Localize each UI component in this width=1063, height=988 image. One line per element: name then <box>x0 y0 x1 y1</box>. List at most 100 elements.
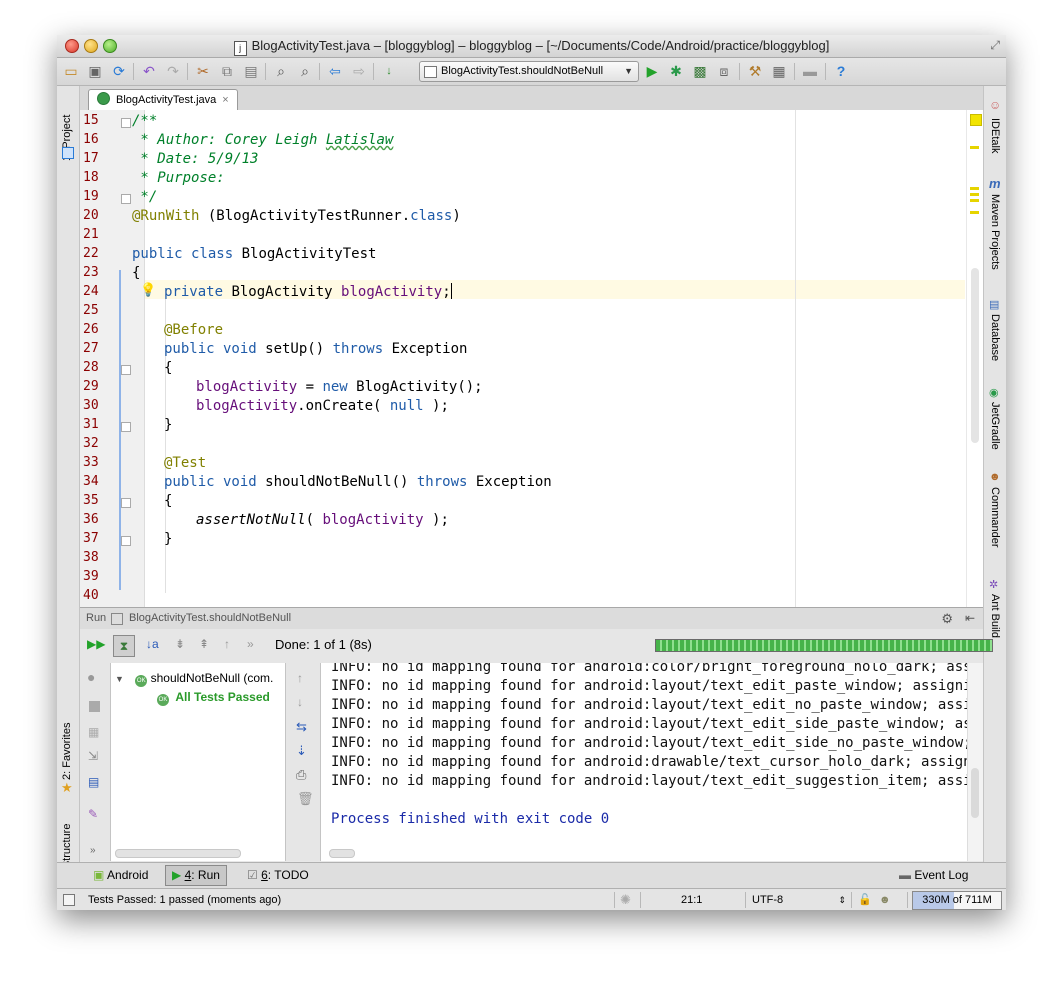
scroll-up-icon[interactable]: ↑ <box>297 671 303 685</box>
editor-scrollbar-thumb[interactable] <box>971 268 979 443</box>
readonly-lock-icon[interactable]: 🔓 <box>858 889 872 910</box>
maven-panel-tab[interactable]: Maven Projects <box>989 194 1001 270</box>
code-line-36: assertNotNull( blogActivity ); <box>196 512 449 528</box>
console-side-toolbar: ↑ ↓ ⇆ ⇣ ⎙ 🗑 <box>286 663 321 861</box>
project-structure-icon[interactable]: ▦ <box>770 62 788 80</box>
test-summary-row[interactable]: OK All Tests Passed <box>157 690 270 706</box>
stop-icon[interactable] <box>89 701 100 712</box>
pin-icon[interactable]: ✎ <box>88 807 98 821</box>
fullscreen-icon[interactable]: ⤢ <box>990 38 1000 53</box>
save-icon[interactable]: ▣ <box>86 62 104 80</box>
code-line-16: * Author: Corey Leigh Latislaw <box>132 132 394 148</box>
fold-marker[interactable] <box>121 365 131 375</box>
background-tasks-icon[interactable]: ✺ <box>620 889 631 910</box>
idetalk-panel-tab[interactable]: IDEtalk <box>989 118 1001 153</box>
warning-mark[interactable] <box>970 199 979 202</box>
line-number: 23 <box>83 265 99 280</box>
scroll-to-end-icon[interactable]: ⇣ <box>296 743 307 759</box>
scroll-down-icon[interactable]: ↓ <box>297 695 303 709</box>
open-folder-icon[interactable]: ▭ <box>62 62 80 80</box>
android-tab[interactable]: ▣ Android <box>93 868 148 882</box>
previous-failed-icon[interactable]: ↑ <box>224 637 230 651</box>
ant-panel-tab[interactable]: Ant Build <box>989 594 1001 638</box>
process-finished-line: Process finished with exit code 0 <box>331 811 610 827</box>
line-number: 28 <box>83 360 99 375</box>
warning-mark[interactable] <box>970 187 979 190</box>
console-scrollbar-thumb[interactable] <box>971 768 979 818</box>
attach-icon[interactable]: ⧈ <box>715 62 733 80</box>
more-icon[interactable]: » <box>90 845 96 856</box>
caret-position[interactable]: 21:1 <box>681 889 702 910</box>
status-message[interactable]: Tests Passed: 1 passed (moments ago) <box>88 889 281 910</box>
fold-marker[interactable] <box>121 422 131 432</box>
rerun-failed-icon[interactable]: ● <box>87 669 95 685</box>
settings-icon[interactable]: ⚒ <box>746 62 764 80</box>
window-title-text: BlogActivityTest.java – [bloggyblog] – b… <box>251 38 830 53</box>
tab-blogactivitytest[interactable]: BlogActivityTest.java × <box>88 89 238 111</box>
expand-arrow-icon[interactable]: ▼ <box>115 674 124 684</box>
lightbulb-icon[interactable]: 💡 <box>140 282 156 298</box>
clear-all-icon[interactable]: 🗑 <box>297 791 314 807</box>
ide-window: j BlogActivityTest.java – [bloggyblog] – … <box>57 35 1006 910</box>
paste-icon[interactable]: ▤ <box>242 62 260 80</box>
jetgradle-panel-tab[interactable]: JetGradle <box>989 402 1001 450</box>
encoding-selector[interactable]: UTF-8 ⇕ <box>752 889 846 910</box>
rerun-icon[interactable]: ▶▶ <box>87 637 105 651</box>
debug-icon[interactable]: ✱ <box>667 62 685 80</box>
fold-marker[interactable] <box>121 498 131 508</box>
console-hscrollbar[interactable] <box>329 849 355 858</box>
event-log-tab[interactable]: ▬ Event Log <box>899 868 968 882</box>
gear-icon[interactable]: ⚙ <box>941 608 953 629</box>
find-icon[interactable]: ⌕ <box>272 62 290 80</box>
close-icon[interactable]: × <box>222 94 228 106</box>
memory-indicator[interactable]: 330M of 711M <box>912 891 1002 910</box>
todo-tab[interactable]: ☑ 6: TODO <box>247 868 309 882</box>
warning-mark[interactable] <box>970 193 979 196</box>
console-scrollbar[interactable] <box>967 663 983 861</box>
forward-icon[interactable]: ⇨ <box>350 62 368 80</box>
tree-scrollbar[interactable] <box>115 849 241 858</box>
status-panel-toggle-icon[interactable] <box>63 894 75 906</box>
code-line-15: /** <box>132 113 158 129</box>
test-tree-row[interactable]: ▼ OK shouldNotBeNull (com. <box>115 671 273 687</box>
title-bar: j BlogActivityTest.java – [bloggyblog] – … <box>57 35 1006 58</box>
redo-icon[interactable]: ↷ <box>164 62 182 80</box>
sort-icon[interactable]: ↓a <box>146 637 159 651</box>
console-output[interactable]: INFO: no id mapping found for android:co… <box>321 663 967 861</box>
fold-marker[interactable] <box>121 118 131 128</box>
coverage-icon[interactable]: ▩ <box>691 62 709 80</box>
code-line-28: { <box>164 360 173 376</box>
hector-inspector-icon[interactable]: ☻ <box>879 889 891 910</box>
fold-marker[interactable] <box>121 194 131 204</box>
back-icon[interactable]: ⇦ <box>326 62 344 80</box>
run-tab[interactable]: ▶ 4: Run <box>165 865 227 886</box>
replace-icon[interactable]: ⌕ <box>296 62 314 80</box>
warning-mark[interactable] <box>970 146 979 149</box>
favorites-panel-tab[interactable]: 2: Favorites <box>61 723 73 780</box>
collapse-all-icon[interactable]: ⇞ <box>199 637 209 651</box>
build-icon[interactable]: ↓ <box>380 62 398 80</box>
layout-icon[interactable]: ▤ <box>88 775 99 789</box>
run-icon[interactable]: ▶ <box>643 62 661 80</box>
cut-icon[interactable]: ✂ <box>194 62 212 80</box>
warning-mark[interactable] <box>970 211 979 214</box>
fold-marker[interactable] <box>121 536 131 546</box>
undo-icon[interactable]: ↶ <box>140 62 158 80</box>
dump-threads-icon[interactable]: ▦ <box>88 725 99 739</box>
run-configuration-select[interactable]: BlogActivityTest.shouldNotBeNull ▼ <box>419 61 639 82</box>
code-editor[interactable]: 15 16 17 18 19 20 21 22 23 24 25 26 27 2… <box>80 110 983 607</box>
sync-icon[interactable]: ⟳ <box>110 62 128 80</box>
next-failed-icon[interactable]: » <box>247 637 254 651</box>
database-panel-tab[interactable]: Database <box>989 314 1001 361</box>
print-icon[interactable]: ⎙ <box>296 767 306 783</box>
help-icon[interactable]: ? <box>832 62 850 80</box>
soft-wrap-icon[interactable]: ⇆ <box>296 719 307 735</box>
commander-panel-tab[interactable]: Commander <box>989 487 1001 548</box>
export-icon[interactable]: ⇲ <box>88 749 98 763</box>
warning-summary-icon <box>970 114 982 126</box>
sdk-icon[interactable]: ▬ <box>801 62 819 80</box>
expand-all-icon[interactable]: ⇟ <box>175 637 185 651</box>
hide-panel-icon[interactable]: ⇤ <box>965 608 975 629</box>
hide-passed-icon[interactable]: ⧗ <box>113 635 135 657</box>
copy-icon[interactable]: ⧉ <box>218 62 236 80</box>
